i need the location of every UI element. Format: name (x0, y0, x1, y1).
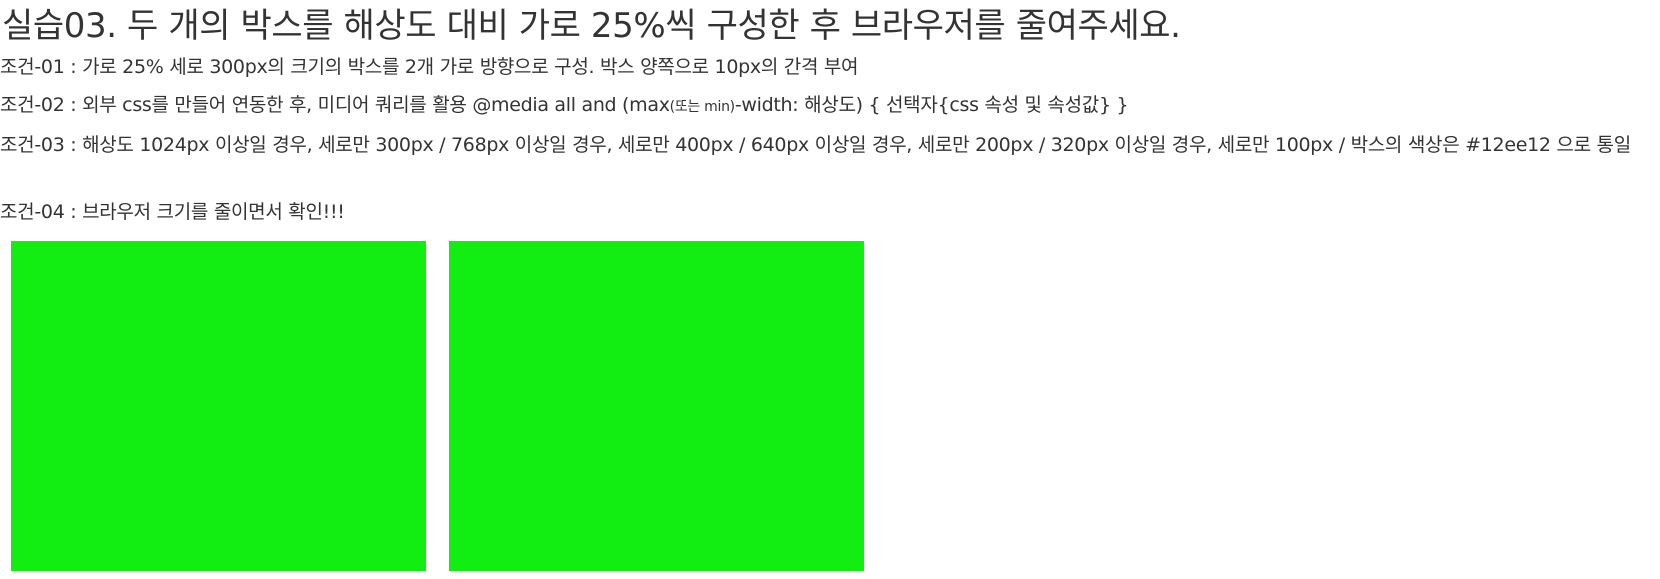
condition-03: 조건-03 : 해상도 1024px 이상일 경우, 세로만 300px / 7… (0, 134, 1631, 156)
condition-02: 조건-02 : 외부 css를 만들어 연동한 후, 미디어 쿼리를 활용 @m… (0, 92, 1129, 121)
page-title: 실습03. 두 개의 박스를 해상도 대비 가로 25%씩 구성한 후 브라우저… (2, 6, 1181, 46)
condition-02-small-text: (또는 min) (669, 99, 735, 115)
condition-04: 조건-04 : 브라우저 크기를 줄이면서 확인!!! (0, 201, 345, 223)
condition-01: 조건-01 : 가로 25% 세로 300px의 크기의 박스를 2개 가로 방… (0, 56, 859, 78)
green-box-2 (449, 241, 864, 571)
condition-02-part-a: 조건-02 : 외부 css를 만들어 연동한 후, 미디어 쿼리를 활용 @m… (0, 94, 670, 116)
page: 실습03. 두 개의 박스를 해상도 대비 가로 25%씩 구성한 후 브라우저… (0, 0, 1660, 579)
condition-02-part-b: -width: 해상도) { 선택자{css 속성 및 속성값} } (734, 94, 1129, 116)
green-box-1 (11, 241, 426, 571)
